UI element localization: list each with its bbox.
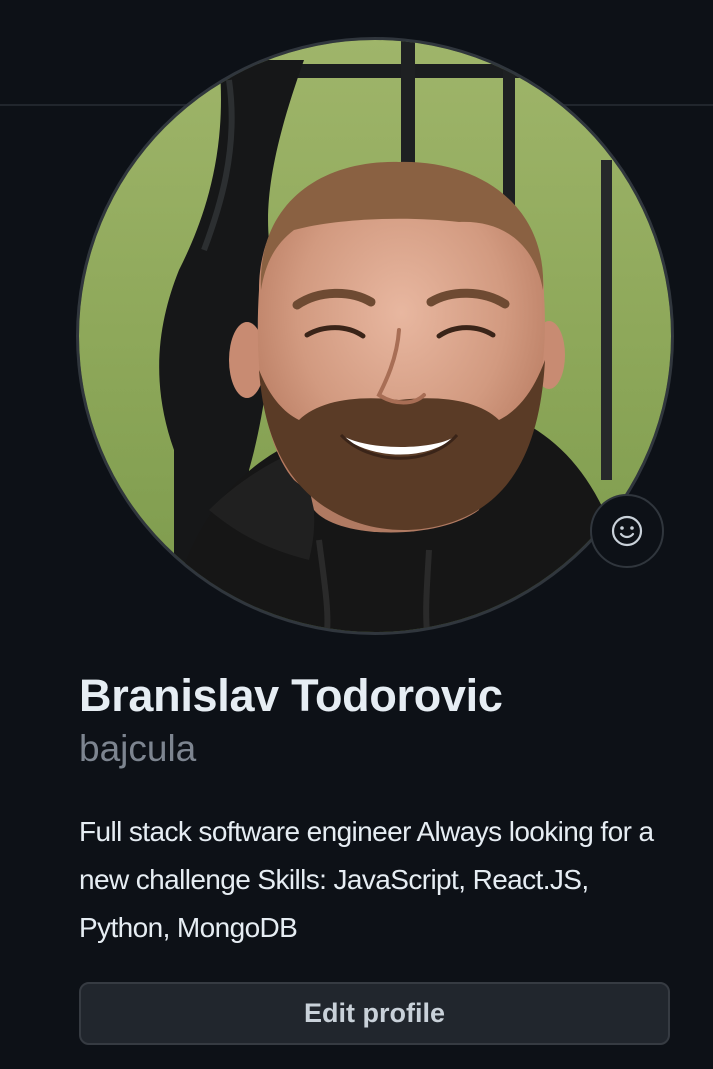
profile-page: Branislav Todorovic bajcula Full stack s… — [0, 0, 713, 1069]
smiley-icon — [611, 515, 643, 547]
set-status-button[interactable] — [590, 494, 664, 568]
edit-profile-button[interactable]: Edit profile — [79, 982, 670, 1045]
profile-name: Branislav Todorovic — [79, 670, 503, 721]
profile-bio: Full stack software engineer Always look… — [79, 816, 654, 943]
profile-username: bajcula — [79, 728, 197, 769]
avatar[interactable] — [79, 40, 671, 632]
avatar-photo — [79, 40, 671, 632]
